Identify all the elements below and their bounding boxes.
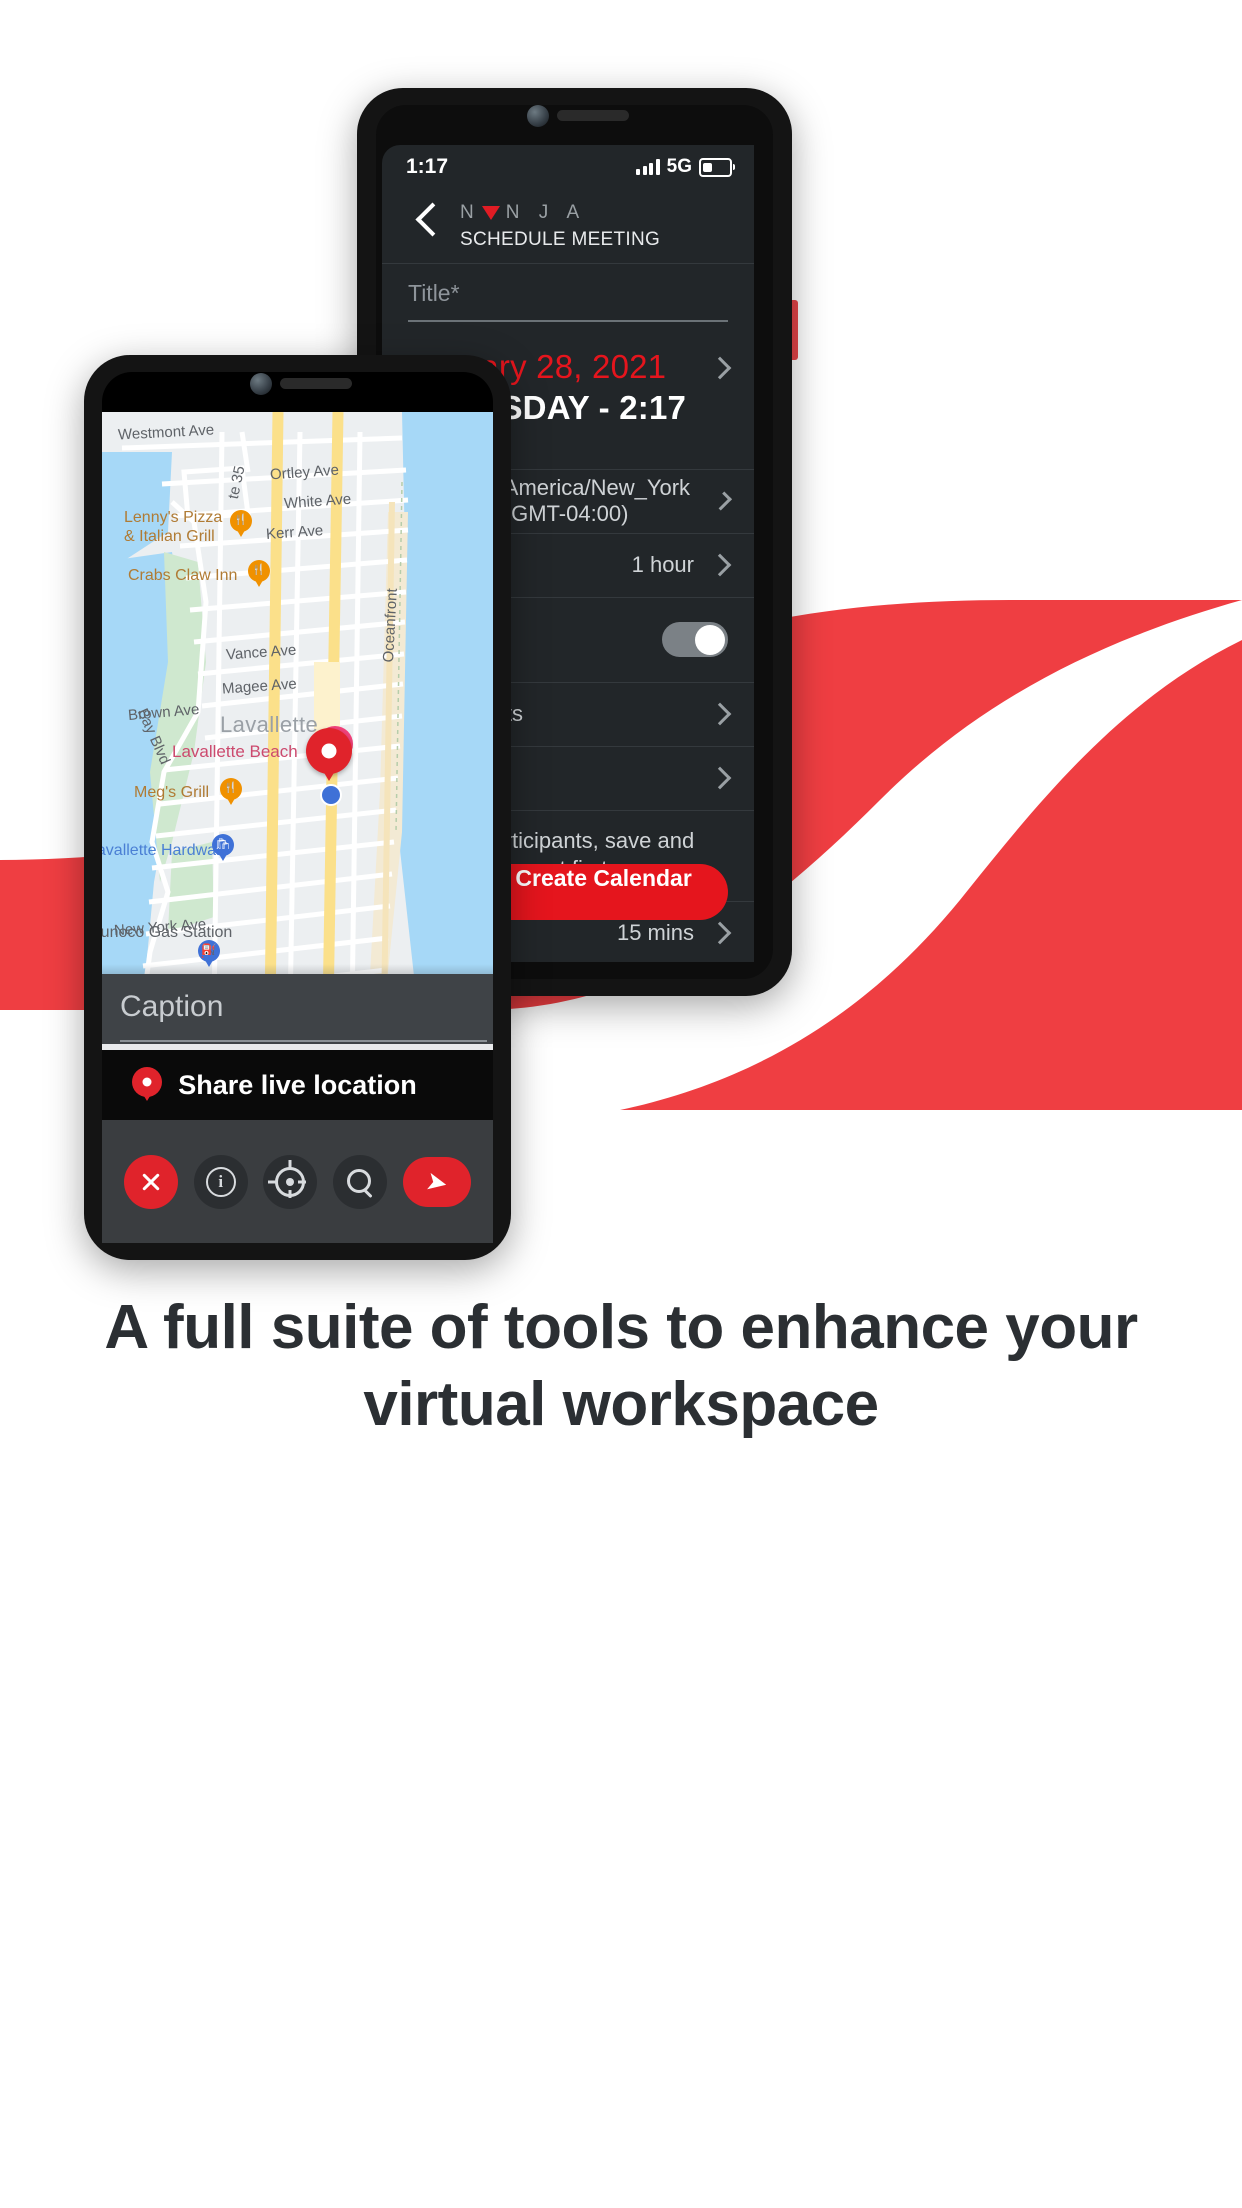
front-camera-icon <box>527 105 549 127</box>
row-duration-value-wrap: 1 hour <box>631 552 732 578</box>
brand-logo: NN J A <box>460 201 587 223</box>
screen-subtitle: SCHEDULE MEETING <box>460 228 661 250</box>
title-input-placeholder[interactable]: Title* <box>408 280 728 320</box>
earpiece-speaker <box>280 378 352 389</box>
battery-icon <box>699 157 735 177</box>
share-location-screen: Westmont Ave Ortley Ave White Ave Kerr A… <box>102 412 493 1243</box>
share-live-location-label: Share live location <box>178 1069 417 1100</box>
search-icon <box>347 1168 373 1198</box>
status-time: 1:17 <box>406 155 449 178</box>
map-poi-label[interactable]: Meg's Grill <box>134 784 209 802</box>
restaurant-pin-icon[interactable]: 🍴 <box>230 510 252 532</box>
title-input-wrap[interactable]: Title* <box>382 264 754 322</box>
my-location-button[interactable] <box>263 1154 318 1209</box>
close-x-icon <box>140 1171 162 1193</box>
search-button[interactable] <box>333 1154 388 1209</box>
row-timezone-value: America/New_York (GMT-04:00) <box>503 475 691 526</box>
restaurant-pin-icon[interactable]: 🍴 <box>248 560 270 582</box>
row-duration-value: 1 hour <box>631 552 694 577</box>
map-poi-label[interactable]: Crabs Claw Inn <box>128 567 237 585</box>
gas-pin-icon[interactable]: ⛽ <box>198 940 220 962</box>
recurring-toggle[interactable] <box>662 622 728 657</box>
restaurant-pin-icon[interactable]: 🍴 <box>220 778 242 800</box>
cellular-bars-icon <box>636 159 660 175</box>
red-location-pin[interactable] <box>306 728 352 774</box>
app-nav-bar: NN J A SCHEDULE MEETING <box>382 189 754 263</box>
chevron-right-icon <box>708 702 732 726</box>
earpiece-speaker <box>557 110 629 121</box>
map-town-label: Lavallette <box>220 712 319 737</box>
info-circle-icon: i <box>205 1166 236 1197</box>
back-chevron-icon[interactable] <box>415 202 450 237</box>
share-location-phone: Westmont Ave Ortley Ave White Ave Kerr A… <box>84 355 511 1260</box>
map-marker-icon <box>132 1067 162 1097</box>
network-type: 5G <box>666 156 692 177</box>
map-poi-label[interactable]: Lavallette Beach <box>172 742 298 762</box>
chevron-right-icon <box>712 491 733 511</box>
chevron-right-icon <box>708 766 732 790</box>
row-timezone-value-wrap: America/New_York (GMT-04:00) <box>503 475 733 527</box>
blue-user-dot <box>320 784 342 806</box>
row-reminder-value: 15 mins <box>616 920 694 946</box>
info-button[interactable]: i <box>193 1154 248 1209</box>
front-camera-icon <box>250 373 272 395</box>
caption-underline <box>120 1040 487 1042</box>
store-pin-icon[interactable]: 🛍 <box>212 834 234 856</box>
caption-input[interactable]: Caption <box>120 990 223 1024</box>
map-toolbar: i ➤ <box>102 1120 493 1243</box>
chevron-right-icon <box>708 921 732 945</box>
send-button[interactable]: ➤ <box>403 1156 472 1207</box>
row-reminder-value-wrap: 15 mins <box>616 920 732 946</box>
send-paper-plane-icon: ➤ <box>423 1164 451 1199</box>
map-view[interactable]: Westmont Ave Ortley Ave White Ave Kerr A… <box>102 412 493 1012</box>
chevron-right-icon <box>708 553 732 577</box>
crosshair-location-icon <box>275 1166 306 1197</box>
map-poi-label[interactable]: Lenny's Pizza & Italian Grill <box>124 508 222 546</box>
status-bar: 1:17 5G <box>382 145 754 189</box>
red-down-triangle-icon <box>481 205 500 220</box>
status-right-cluster: 5G <box>636 156 735 178</box>
map-poi-label[interactable]: Sunoco Gas Station <box>102 924 232 942</box>
page-title: A full suite of tools to enhance your vi… <box>104 1293 1138 1439</box>
close-button[interactable] <box>123 1154 178 1209</box>
nav-title-block: NN J A SCHEDULE MEETING <box>460 202 660 251</box>
